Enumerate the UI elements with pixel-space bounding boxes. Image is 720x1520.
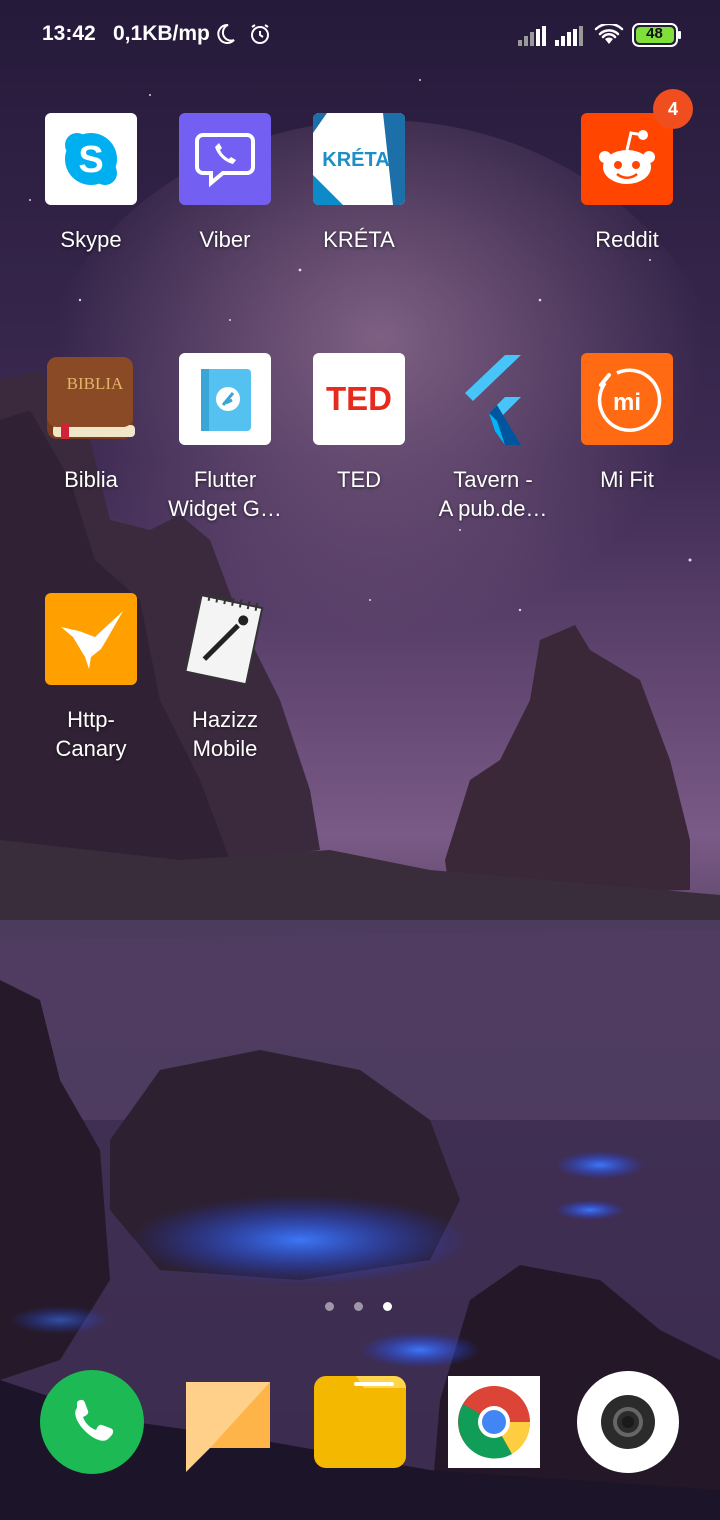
biblia-icon: BIBLIA [45, 353, 137, 445]
dock-camera[interactable] [576, 1370, 680, 1474]
message-icon [186, 1382, 270, 1472]
signal-1-icon [518, 26, 548, 51]
app-label: Biblia [64, 467, 118, 492]
app-label: Skype [60, 227, 122, 252]
ted-icon-text: TED [326, 380, 392, 417]
page-dot-2[interactable] [354, 1302, 363, 1311]
status-network-rate: 0,1KB/mp [113, 22, 210, 45]
notification-badge: 4 [653, 89, 693, 129]
app-kreta[interactable]: KRÉTA KRÉTA [284, 113, 434, 254]
app-label: Tavern - A pub.de… [438, 467, 548, 521]
kreta-icon: KRÉTA [313, 113, 405, 205]
app-label: TED [337, 467, 381, 492]
app-skype[interactable]: S Skype [16, 113, 166, 254]
app-mi-fit[interactable]: mi Mi Fit [552, 353, 702, 494]
dock-phone[interactable] [40, 1370, 144, 1474]
wifi-icon [594, 22, 624, 51]
app-tavern[interactable]: Tavern - A pub.de… [418, 353, 568, 523]
svg-text:S: S [78, 139, 103, 181]
app-flutter-widget-guide[interactable]: Flutter Widget G… [150, 353, 300, 523]
alarm-icon [248, 22, 272, 51]
phone-icon [40, 1370, 144, 1474]
battery-icon: 48 [632, 23, 682, 52]
app-label: Viber [199, 227, 251, 252]
app-biblia[interactable]: BIBLIA Biblia [16, 353, 166, 494]
battery-level: 48 [646, 25, 663, 42]
app-viber[interactable]: Viber [150, 113, 300, 254]
camera-icon [577, 1371, 679, 1473]
app-reddit[interactable]: 4 Reddit [552, 89, 702, 254]
app-label: Reddit [595, 227, 659, 252]
app-label: Http- Canary [55, 707, 127, 761]
flutter-widget-guide-icon [179, 353, 271, 445]
app-hazizz-mobile[interactable]: Hazizz Mobile [150, 592, 300, 763]
viber-icon [179, 113, 271, 205]
skype-icon: S [45, 113, 137, 205]
signal-2-icon [555, 26, 585, 51]
mi-fit-icon-text: mi [613, 389, 641, 416]
app-label: Mi Fit [600, 467, 654, 492]
app-label: Flutter Widget G… [168, 467, 282, 521]
dock-files[interactable] [310, 1370, 414, 1474]
mi-fit-icon: mi [581, 353, 673, 445]
app-label: Hazizz Mobile [191, 707, 258, 761]
moon-icon [213, 22, 237, 51]
status-bar: 13:42 0,1KB/mp 48 [0, 0, 720, 72]
page-dot-3[interactable] [383, 1302, 392, 1311]
app-label: KRÉTA [323, 227, 395, 252]
kreta-icon-text: KRÉTA [322, 148, 389, 171]
flutter-logo-icon [447, 353, 539, 445]
dock-chrome[interactable] [446, 1374, 550, 1478]
dock-messages[interactable] [176, 1370, 280, 1474]
chrome-icon [448, 1376, 540, 1468]
app-http-canary[interactable]: Http- Canary [16, 593, 166, 763]
ted-icon: TED [313, 353, 405, 445]
page-indicator[interactable] [325, 1300, 397, 1312]
hummingbird-icon [45, 593, 137, 685]
status-time: 13:42 [42, 22, 96, 45]
page-dot-1[interactable] [325, 1302, 334, 1311]
notebook-icon [179, 592, 271, 686]
reddit-icon: 4 [581, 89, 693, 205]
biblia-icon-text: BIBLIA [67, 374, 124, 393]
folder-icon [314, 1376, 406, 1468]
app-ted[interactable]: TED TED [284, 353, 434, 494]
